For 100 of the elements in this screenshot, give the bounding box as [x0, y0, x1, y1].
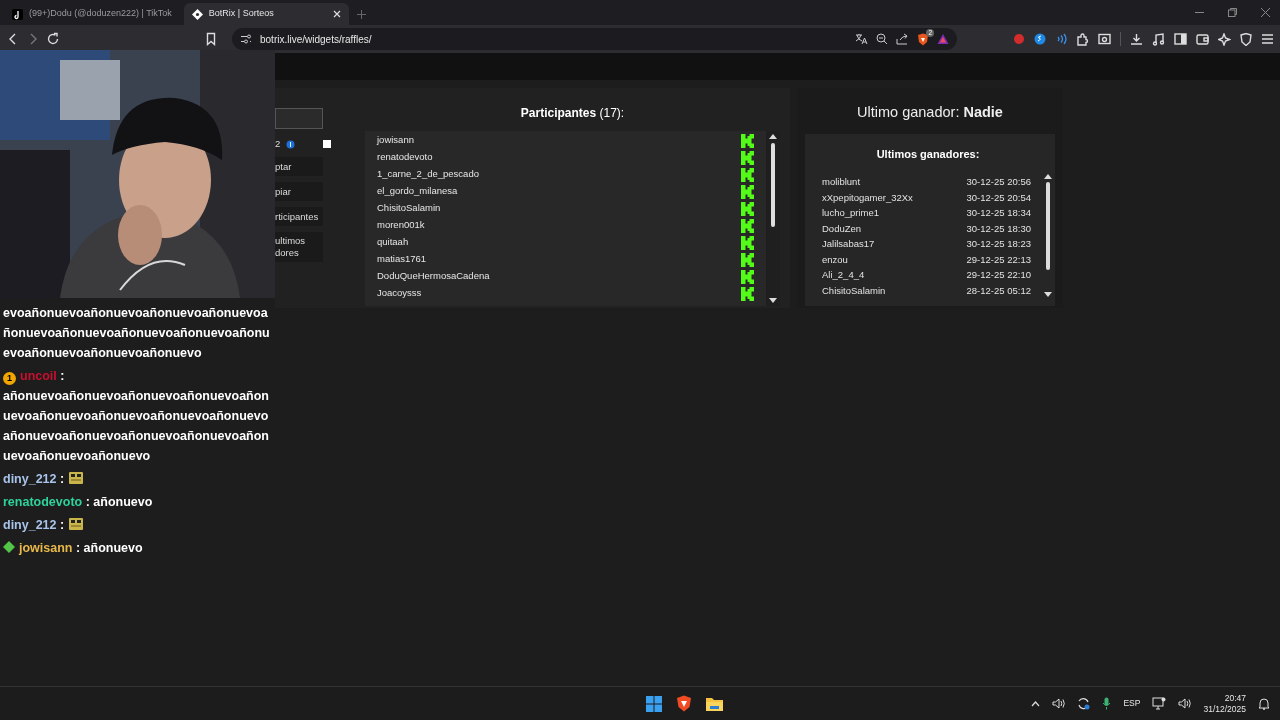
music-search-icon[interactable] [1034, 33, 1046, 45]
last-winner-label: Ultimo ganador: Nadie [856, 103, 1004, 122]
volume-icon[interactable] [1052, 698, 1066, 709]
username: diny_212 [3, 518, 57, 532]
colon: : [59, 369, 65, 383]
win-time: 30-12-25 18:30 [966, 221, 1031, 236]
win-time: 30-12-25 18:34 [966, 206, 1031, 221]
colon: : [59, 518, 66, 532]
clock-date[interactable]: 31/12/2025 [1203, 703, 1246, 715]
winner-name: Ali_2_4_4 [822, 268, 865, 283]
colon: : [74, 541, 82, 555]
participant-name: quitaah [377, 235, 409, 250]
platform-icon [741, 269, 754, 284]
extensions-icon[interactable] [1076, 32, 1089, 46]
sync-icon[interactable] [1077, 697, 1091, 710]
shield-icon[interactable] [1240, 32, 1252, 46]
text-field[interactable] [275, 108, 323, 129]
button[interactable]: ultimos dores [275, 232, 323, 262]
participants-title: Participantes (17): [519, 105, 626, 122]
participant-name: el_gordo_milanesa [377, 184, 458, 199]
win-time: 29-12-25 22:13 [966, 252, 1031, 267]
triangle-icon[interactable] [937, 33, 949, 45]
zoom-out-icon[interactable] [876, 33, 888, 45]
participant-name: matias1761 [377, 252, 427, 267]
winner-name: moliblunt [822, 175, 861, 190]
diamond-badge-icon [3, 541, 15, 553]
win-time: 30-12-25 20:54 [966, 190, 1031, 205]
menu-icon[interactable] [1261, 33, 1274, 45]
colon: : [59, 472, 66, 486]
restore-icon[interactable] [1228, 8, 1237, 17]
win-time: 28-12-25 05:12 [966, 283, 1031, 298]
button[interactable]: rticipantes [275, 207, 323, 226]
winner-name: ChisitoSalamin [822, 283, 886, 298]
network-icon[interactable] [1152, 697, 1167, 710]
participant-name: renatodevoto [377, 150, 433, 165]
winner-name: lucho_prime1 [822, 206, 880, 221]
wallet-icon[interactable] [1196, 33, 1209, 45]
participant-name: ChisitoSalamin [377, 201, 441, 216]
record-icon[interactable] [1013, 33, 1025, 45]
plus-icon[interactable] [356, 9, 366, 19]
username: renatodevoto [3, 495, 83, 509]
platform-icon [741, 218, 754, 233]
button[interactable]: piar [275, 182, 323, 201]
winner-name: Jalilsabas17 [822, 237, 875, 252]
download-icon[interactable] [1130, 32, 1143, 46]
sparkle-icon[interactable] [1218, 32, 1231, 46]
clock-time[interactable]: 20:47 [1203, 692, 1246, 704]
browser-tab[interactable]: (99+)Dodu (@doduzen222) | TikTok [4, 3, 180, 25]
message-text: añonuevo [83, 541, 143, 555]
language-indicator[interactable]: ESP [1123, 697, 1141, 710]
button[interactable]: ptar [275, 157, 323, 176]
windows-icon[interactable] [646, 695, 663, 712]
platform-icon [741, 133, 754, 148]
participant-name: moren001k [377, 218, 425, 233]
username: uncoil [20, 369, 57, 383]
lion-shield-icon[interactable] [676, 695, 693, 712]
platform-icon [741, 184, 754, 199]
entry-count: 2 [275, 136, 281, 151]
info-icon [286, 139, 296, 149]
badge: 1 [3, 372, 16, 385]
share-icon[interactable] [896, 33, 909, 45]
platform-icon [741, 235, 754, 250]
platform-icon [741, 201, 754, 216]
platform-icon [741, 167, 754, 182]
participant-name: Joacoysss [377, 286, 422, 301]
volume-icon[interactable] [1178, 698, 1192, 709]
notification-bell-icon[interactable] [1258, 697, 1270, 710]
music-icon[interactable] [1152, 32, 1165, 46]
platform-icon [741, 252, 754, 267]
participant-name: DoduQueHermosaCadena [377, 269, 490, 284]
lion-shield-icon[interactable] [917, 32, 929, 46]
emote-icon [67, 517, 84, 531]
participant-name: 1_carne_2_de_pescado [377, 167, 479, 182]
browser-tab[interactable]: BotRix | Sorteos [183, 3, 349, 25]
message-text: evoañonuevoañonuevoañonuevoañonuevoañonuevoañonuevoañonuevoañonuevoañonuevoañonuevoañonuevoañonuevo [3, 305, 271, 362]
winners-title: Ultimos ganadores: [875, 146, 981, 162]
win-time: 30-12-25 20:56 [966, 175, 1031, 190]
diamond-icon [191, 8, 203, 20]
bookmark-icon[interactable] [204, 32, 218, 46]
site-settings-icon [240, 33, 252, 45]
reload-icon[interactable] [46, 32, 60, 46]
translate-icon[interactable] [855, 33, 868, 45]
note-icon [12, 8, 23, 20]
folder-icon[interactable] [706, 696, 724, 711]
win-time: 29-12-25 22:10 [966, 268, 1031, 283]
message-text: añonuevoañonuevoañonuevoañonuevoañonuevoañonuevoañonuevoañonuevoañonuevoañonuevoañonuevoañonuevoañonuevoañonuevoañonuevoañonuevo [3, 388, 270, 465]
checkbox[interactable] [323, 140, 332, 148]
colon: : [84, 495, 91, 509]
sidebar-icon[interactable] [1174, 33, 1187, 45]
emote-icon [67, 471, 84, 485]
screenshot-icon[interactable] [1098, 33, 1111, 45]
platform-icon [741, 150, 754, 165]
winner-name: xXpepitogamer_32Xx [822, 190, 913, 205]
platform-icon [741, 286, 754, 301]
signal-icon[interactable] [1055, 33, 1067, 45]
username: jowisann [19, 541, 73, 555]
close-icon[interactable] [1261, 8, 1270, 17]
caret-up-icon[interactable] [1031, 700, 1041, 707]
winner-name: DoduZen [822, 221, 862, 236]
microphone-icon[interactable] [1102, 697, 1112, 710]
